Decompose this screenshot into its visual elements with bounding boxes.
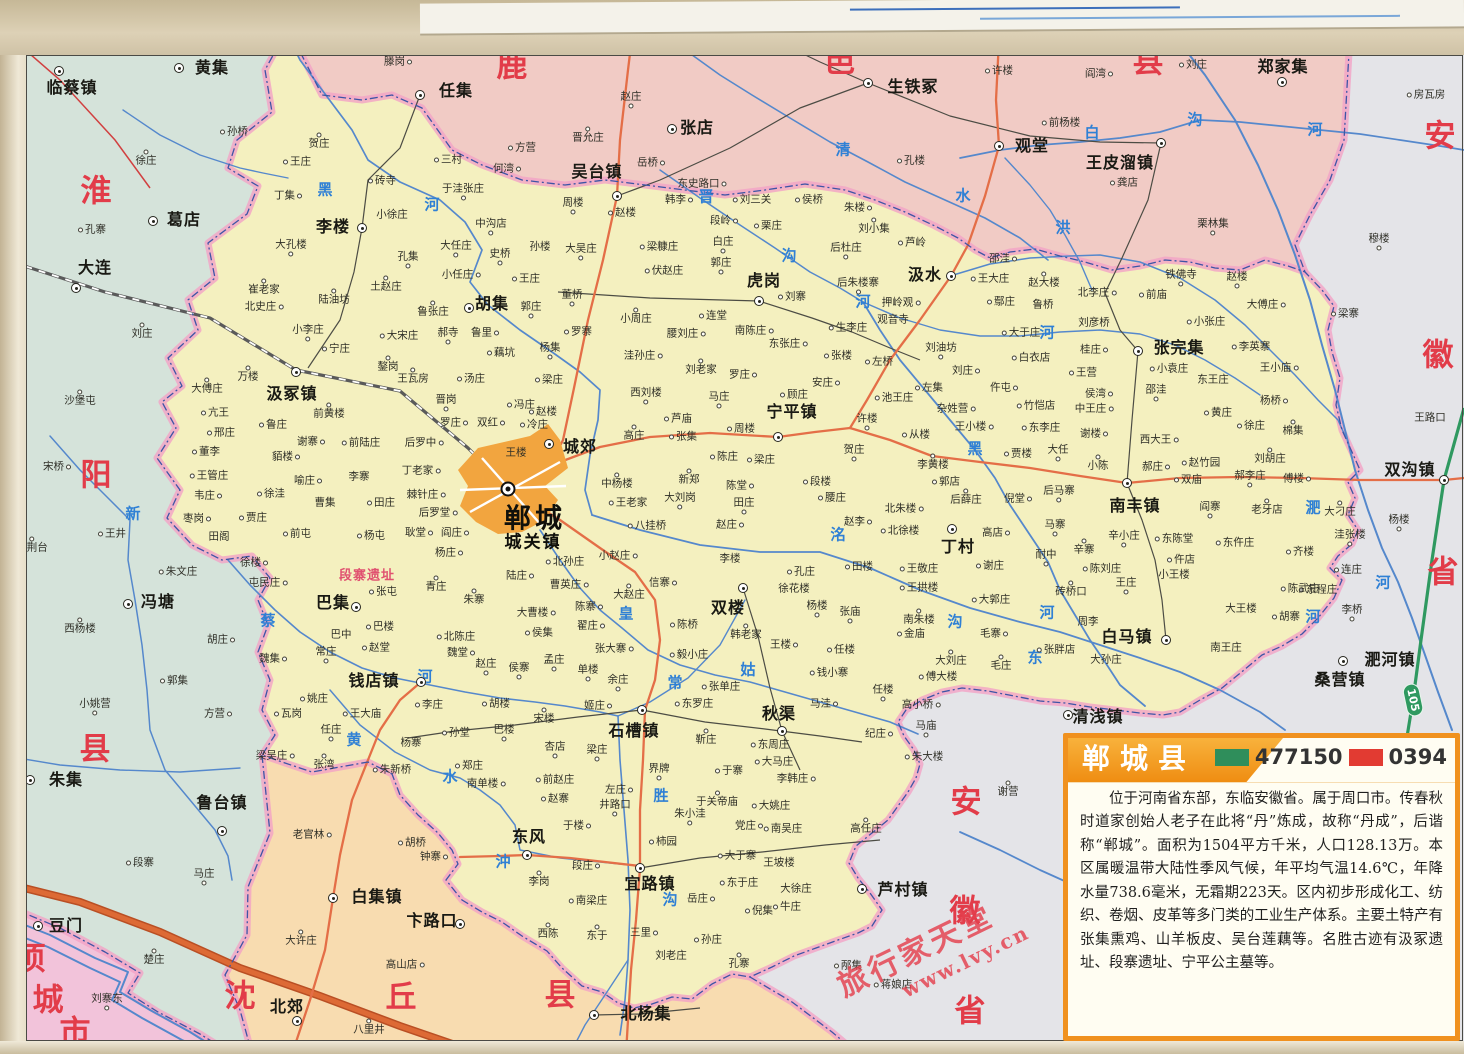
county-title: 郸城县	[1082, 744, 1196, 775]
prev-map-line	[980, 15, 1400, 20]
area-code-swatch	[1349, 749, 1383, 766]
area-code: 0394	[1389, 747, 1447, 768]
county-info-box: 郸城县 477150 0394 位于河南省东部，东临安徽省。属于周口市。传春秋时…	[1063, 733, 1460, 1041]
county-codes: 477150 0394	[1215, 747, 1447, 768]
previous-page-sliver	[420, 0, 1464, 36]
book-page-left-edge	[0, 55, 26, 1041]
county-description: 位于河南省东部，东临安徽省。属于周口市。传春秋时道家创始人老子在此将“丹”炼成，…	[1068, 783, 1455, 976]
book-page-top-edge	[0, 0, 1464, 55]
book-page-bottom-edge	[0, 1041, 1464, 1054]
postal-code: 477150	[1255, 747, 1343, 768]
prev-map-line	[850, 6, 1180, 10]
atlas-page: 淮阳县鹿邑县安徽省安徽省沈丘县项城市黑河清水白沟河晋沟河洪河黑蔡河新黄水皇姑常胜…	[0, 0, 1464, 1054]
postal-code-swatch	[1215, 749, 1249, 766]
info-box-header: 郸城县 477150 0394	[1068, 738, 1455, 783]
